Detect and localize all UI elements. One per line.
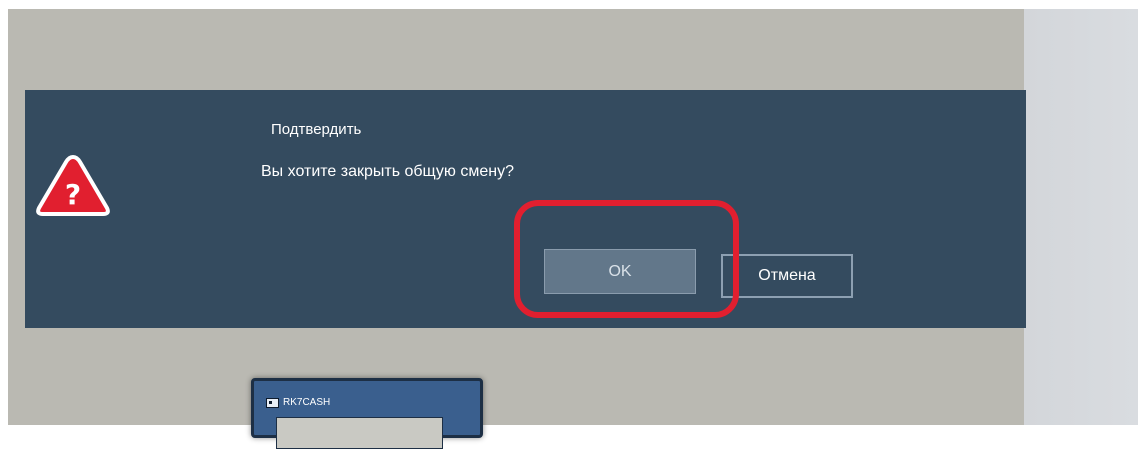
screen-top-strip	[0, 0, 1138, 9]
app-window-icon	[266, 397, 279, 408]
background-window[interactable]: RK7CASH	[251, 378, 483, 449]
ok-button-label: OK	[608, 262, 632, 280]
right-side-panel	[1024, 9, 1138, 425]
background-window-body	[276, 417, 443, 449]
confirm-dialog: ? Подтвердить Вы хотите закрыть общую см…	[25, 90, 1026, 328]
cancel-button[interactable]: Отмена	[721, 254, 853, 298]
screen-left-strip	[0, 0, 8, 425]
ok-button[interactable]: OK	[544, 249, 696, 294]
background-window-title: RK7CASH	[283, 397, 331, 408]
dialog-title: Подтвердить	[271, 121, 362, 138]
cancel-button-label: Отмена	[758, 267, 816, 284]
dialog-message: Вы хотите закрыть общую смену?	[261, 163, 514, 180]
warning-question-icon: ?	[36, 155, 110, 216]
background-window-titlebar: RK7CASH	[266, 397, 330, 408]
svg-text:?: ?	[65, 178, 81, 211]
